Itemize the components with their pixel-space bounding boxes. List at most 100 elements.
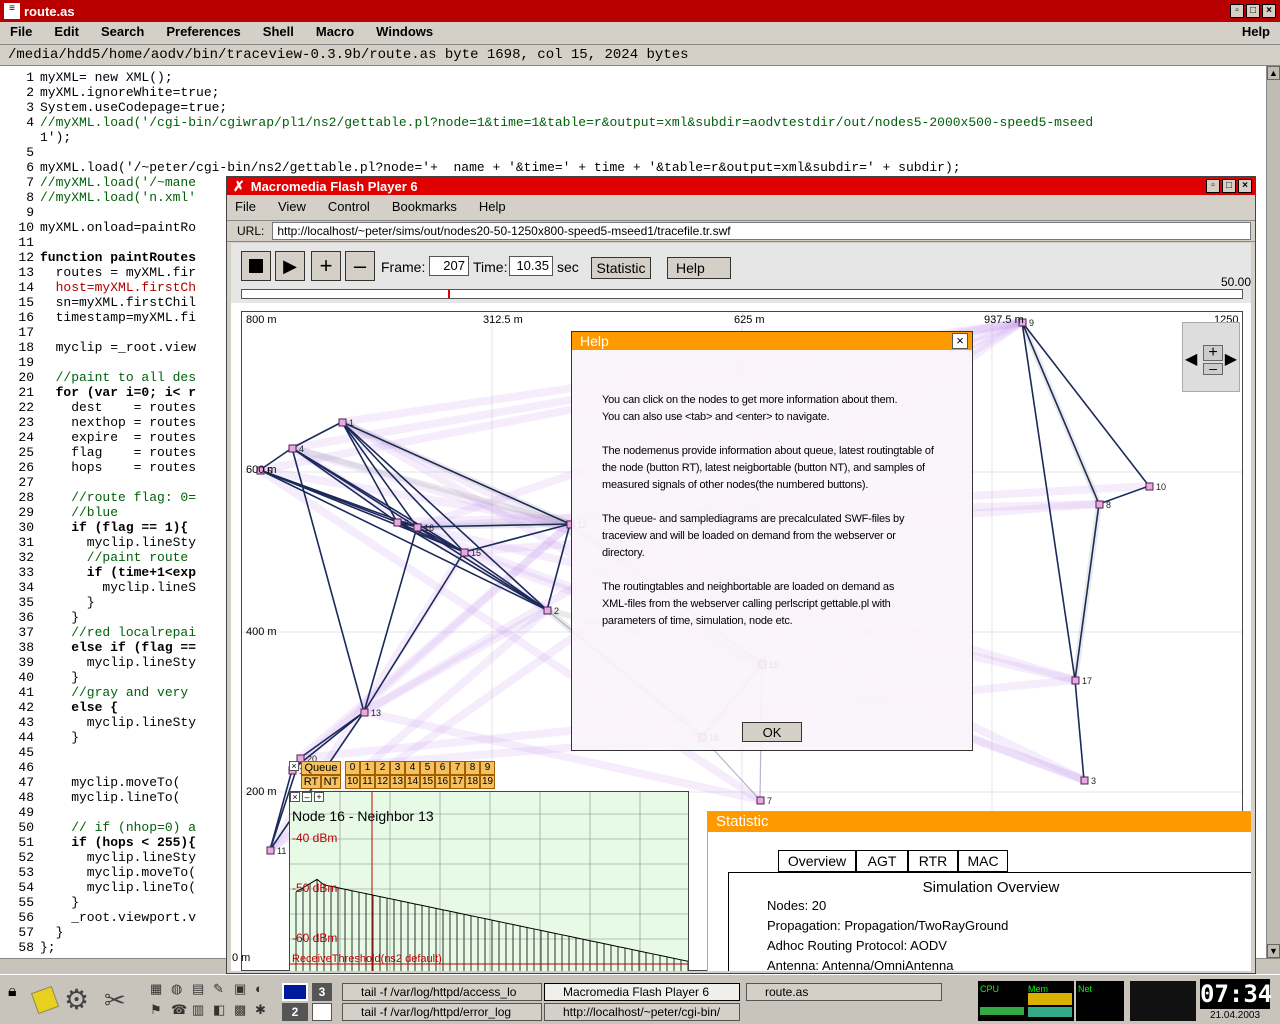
neighbor-button[interactable]: 18 xyxy=(465,775,480,789)
neighbor-button[interactable]: 9 xyxy=(480,761,495,775)
neighbor-button[interactable]: 0 xyxy=(345,761,360,775)
task-error-log[interactable]: tail -f /var/log/httpd/error_log xyxy=(342,1003,542,1021)
frame-input[interactable]: 207 xyxy=(429,256,469,276)
desktop-number-1[interactable]: 3 xyxy=(312,983,332,1001)
app-icon[interactable]: ✱ xyxy=(255,1002,274,1021)
minimize-icon[interactable]: ▫ xyxy=(1230,4,1244,18)
editor-menu-item[interactable]: Shell xyxy=(263,24,294,39)
editor-vscrollbar[interactable]: ▲ ▼ xyxy=(1266,66,1280,958)
node-menu-close-icon[interactable]: × xyxy=(289,761,299,771)
app-icon[interactable]: ▩ xyxy=(234,1002,253,1021)
neighbor-button[interactable]: 19 xyxy=(480,775,495,789)
stop-button[interactable] xyxy=(241,251,271,281)
url-input[interactable]: http://localhost/~peter/sims/out/nodes20… xyxy=(272,222,1251,240)
network-node[interactable] xyxy=(413,523,422,532)
task-access-log[interactable]: tail -f /var/log/httpd/access_lo xyxy=(342,983,542,1001)
editor-menu-help[interactable]: Help xyxy=(1242,22,1270,42)
flash-menu-item[interactable]: View xyxy=(278,199,306,214)
neighbor-button[interactable]: 16 xyxy=(435,775,450,789)
flash-menu-item[interactable]: Bookmarks xyxy=(392,199,457,214)
code-line[interactable]: 6 myXML.load('/~peter/cgi-bin/ns2/gettabl… xyxy=(0,160,1266,175)
network-node[interactable] xyxy=(266,846,275,855)
tab-agt[interactable]: AGT xyxy=(856,850,908,872)
editor-menu-item[interactable]: Windows xyxy=(376,24,433,39)
code-line[interactable]: 2 myXML.ignoreWhite=true; xyxy=(0,85,1266,100)
window-menu-icon[interactable]: ≡ xyxy=(4,3,20,19)
flash-menu-item[interactable]: File xyxy=(235,199,256,214)
neighbor-button[interactable]: 17 xyxy=(450,775,465,789)
help-close-icon[interactable]: × xyxy=(952,333,968,349)
network-node[interactable] xyxy=(460,548,469,557)
lock-icon[interactable]: 🔒︎ xyxy=(8,983,30,1019)
task-browser[interactable]: http://localhost/~peter/cgi-bin/ xyxy=(544,1003,740,1021)
neighbor-button[interactable]: 3 xyxy=(390,761,405,775)
zoom-plus-icon[interactable]: + xyxy=(1203,345,1223,361)
app-icon[interactable]: ◍ xyxy=(171,981,190,1000)
flash-titlebar[interactable]: ✗ Macromedia Flash Player 6 ▫ □ × xyxy=(227,177,1255,195)
time-slider[interactable] xyxy=(241,289,1243,299)
neighbor-button[interactable]: 14 xyxy=(405,775,420,789)
help-ok-button[interactable]: OK xyxy=(742,722,802,742)
scroll-up-icon[interactable]: ▲ xyxy=(1267,66,1280,80)
desktop-pager-2[interactable] xyxy=(312,1003,332,1021)
task-flash-player[interactable]: Macromedia Flash Player 6 xyxy=(544,983,740,1001)
slider-handle[interactable] xyxy=(448,290,450,298)
neighbor-button[interactable]: 7 xyxy=(450,761,465,775)
editor-titlebar[interactable]: ≡ route.as ▫ □ × xyxy=(0,0,1280,22)
statistic-button[interactable]: Statistic xyxy=(591,257,651,279)
help-button[interactable]: Help xyxy=(667,257,731,279)
close-icon[interactable]: × xyxy=(1262,4,1276,18)
network-node[interactable] xyxy=(393,518,402,527)
code-line[interactable]: 5 xyxy=(0,145,1266,160)
network-node[interactable] xyxy=(543,606,552,615)
app-icon[interactable]: ▦ xyxy=(150,981,169,1000)
network-node[interactable] xyxy=(1095,500,1104,509)
app-icon[interactable]: ⚑ xyxy=(150,1002,169,1021)
gear-icon[interactable]: ⚙ xyxy=(64,985,89,1015)
neighbor-button[interactable]: 5 xyxy=(420,761,435,775)
network-node[interactable] xyxy=(756,796,765,805)
pan-left-icon[interactable]: ◀ xyxy=(1185,349,1197,369)
code-line[interactable]: 3 System.useCodepage=true; xyxy=(0,100,1266,115)
zoom-minus-icon[interactable]: – xyxy=(1203,361,1223,375)
time-input[interactable]: 10.35 xyxy=(509,256,553,276)
network-node[interactable] xyxy=(338,418,347,427)
neighbor-button[interactable]: 10 xyxy=(345,775,360,789)
neighbor-button[interactable]: 15 xyxy=(420,775,435,789)
network-node[interactable] xyxy=(1080,776,1089,785)
flash-menu-item[interactable]: Control xyxy=(328,199,370,214)
app-icon[interactable]: ▥ xyxy=(192,1002,211,1021)
task-route-as[interactable]: route.as xyxy=(746,983,942,1001)
neighbor-button[interactable]: 6 xyxy=(435,761,450,775)
maximize-icon[interactable]: □ xyxy=(1246,4,1260,18)
zoom-in-button[interactable]: + xyxy=(311,251,341,281)
neighbor-button[interactable]: 13 xyxy=(390,775,405,789)
app-icon[interactable]: ▣ xyxy=(234,981,253,1000)
play-button[interactable]: ▶ xyxy=(275,251,305,281)
desktop-pager-1[interactable] xyxy=(282,983,308,1001)
network-node[interactable] xyxy=(360,708,369,717)
network-node[interactable] xyxy=(1071,676,1080,685)
desktop-number-2[interactable]: 2 xyxy=(282,1003,308,1021)
network-node[interactable] xyxy=(1145,482,1154,491)
app-icon[interactable]: ◧ xyxy=(213,1002,232,1021)
app-icon[interactable]: ☎ xyxy=(171,1002,190,1021)
tab-rtr[interactable]: RTR xyxy=(908,850,958,872)
app-icon[interactable]: ◐ xyxy=(255,981,274,1000)
editor-menu-item[interactable]: Search xyxy=(101,24,144,39)
volume-meters[interactable] xyxy=(1130,981,1196,1021)
code-line[interactable]: 4 //myXML.load('/cgi-bin/cgiwrap/pl1/ns2/… xyxy=(0,115,1266,130)
neighbor-button[interactable]: 2 xyxy=(375,761,390,775)
eraser-icon[interactable] xyxy=(30,985,60,1015)
nt-button[interactable]: NT xyxy=(321,775,341,789)
code-line[interactable]: 1 myXML= new XML(); xyxy=(0,70,1266,85)
neighbor-button[interactable]: 11 xyxy=(360,775,375,789)
editor-menu-item[interactable]: Preferences xyxy=(166,24,240,39)
scroll-down-icon[interactable]: ▼ xyxy=(1267,944,1280,958)
queue-button[interactable]: Queue xyxy=(301,761,341,775)
neighbor-button[interactable]: 1 xyxy=(360,761,375,775)
neighbor-button[interactable]: 4 xyxy=(405,761,420,775)
editor-menu-item[interactable]: File xyxy=(10,24,32,39)
editor-menu-item[interactable]: Edit xyxy=(54,24,79,39)
flash-maximize-icon[interactable]: □ xyxy=(1222,179,1236,193)
